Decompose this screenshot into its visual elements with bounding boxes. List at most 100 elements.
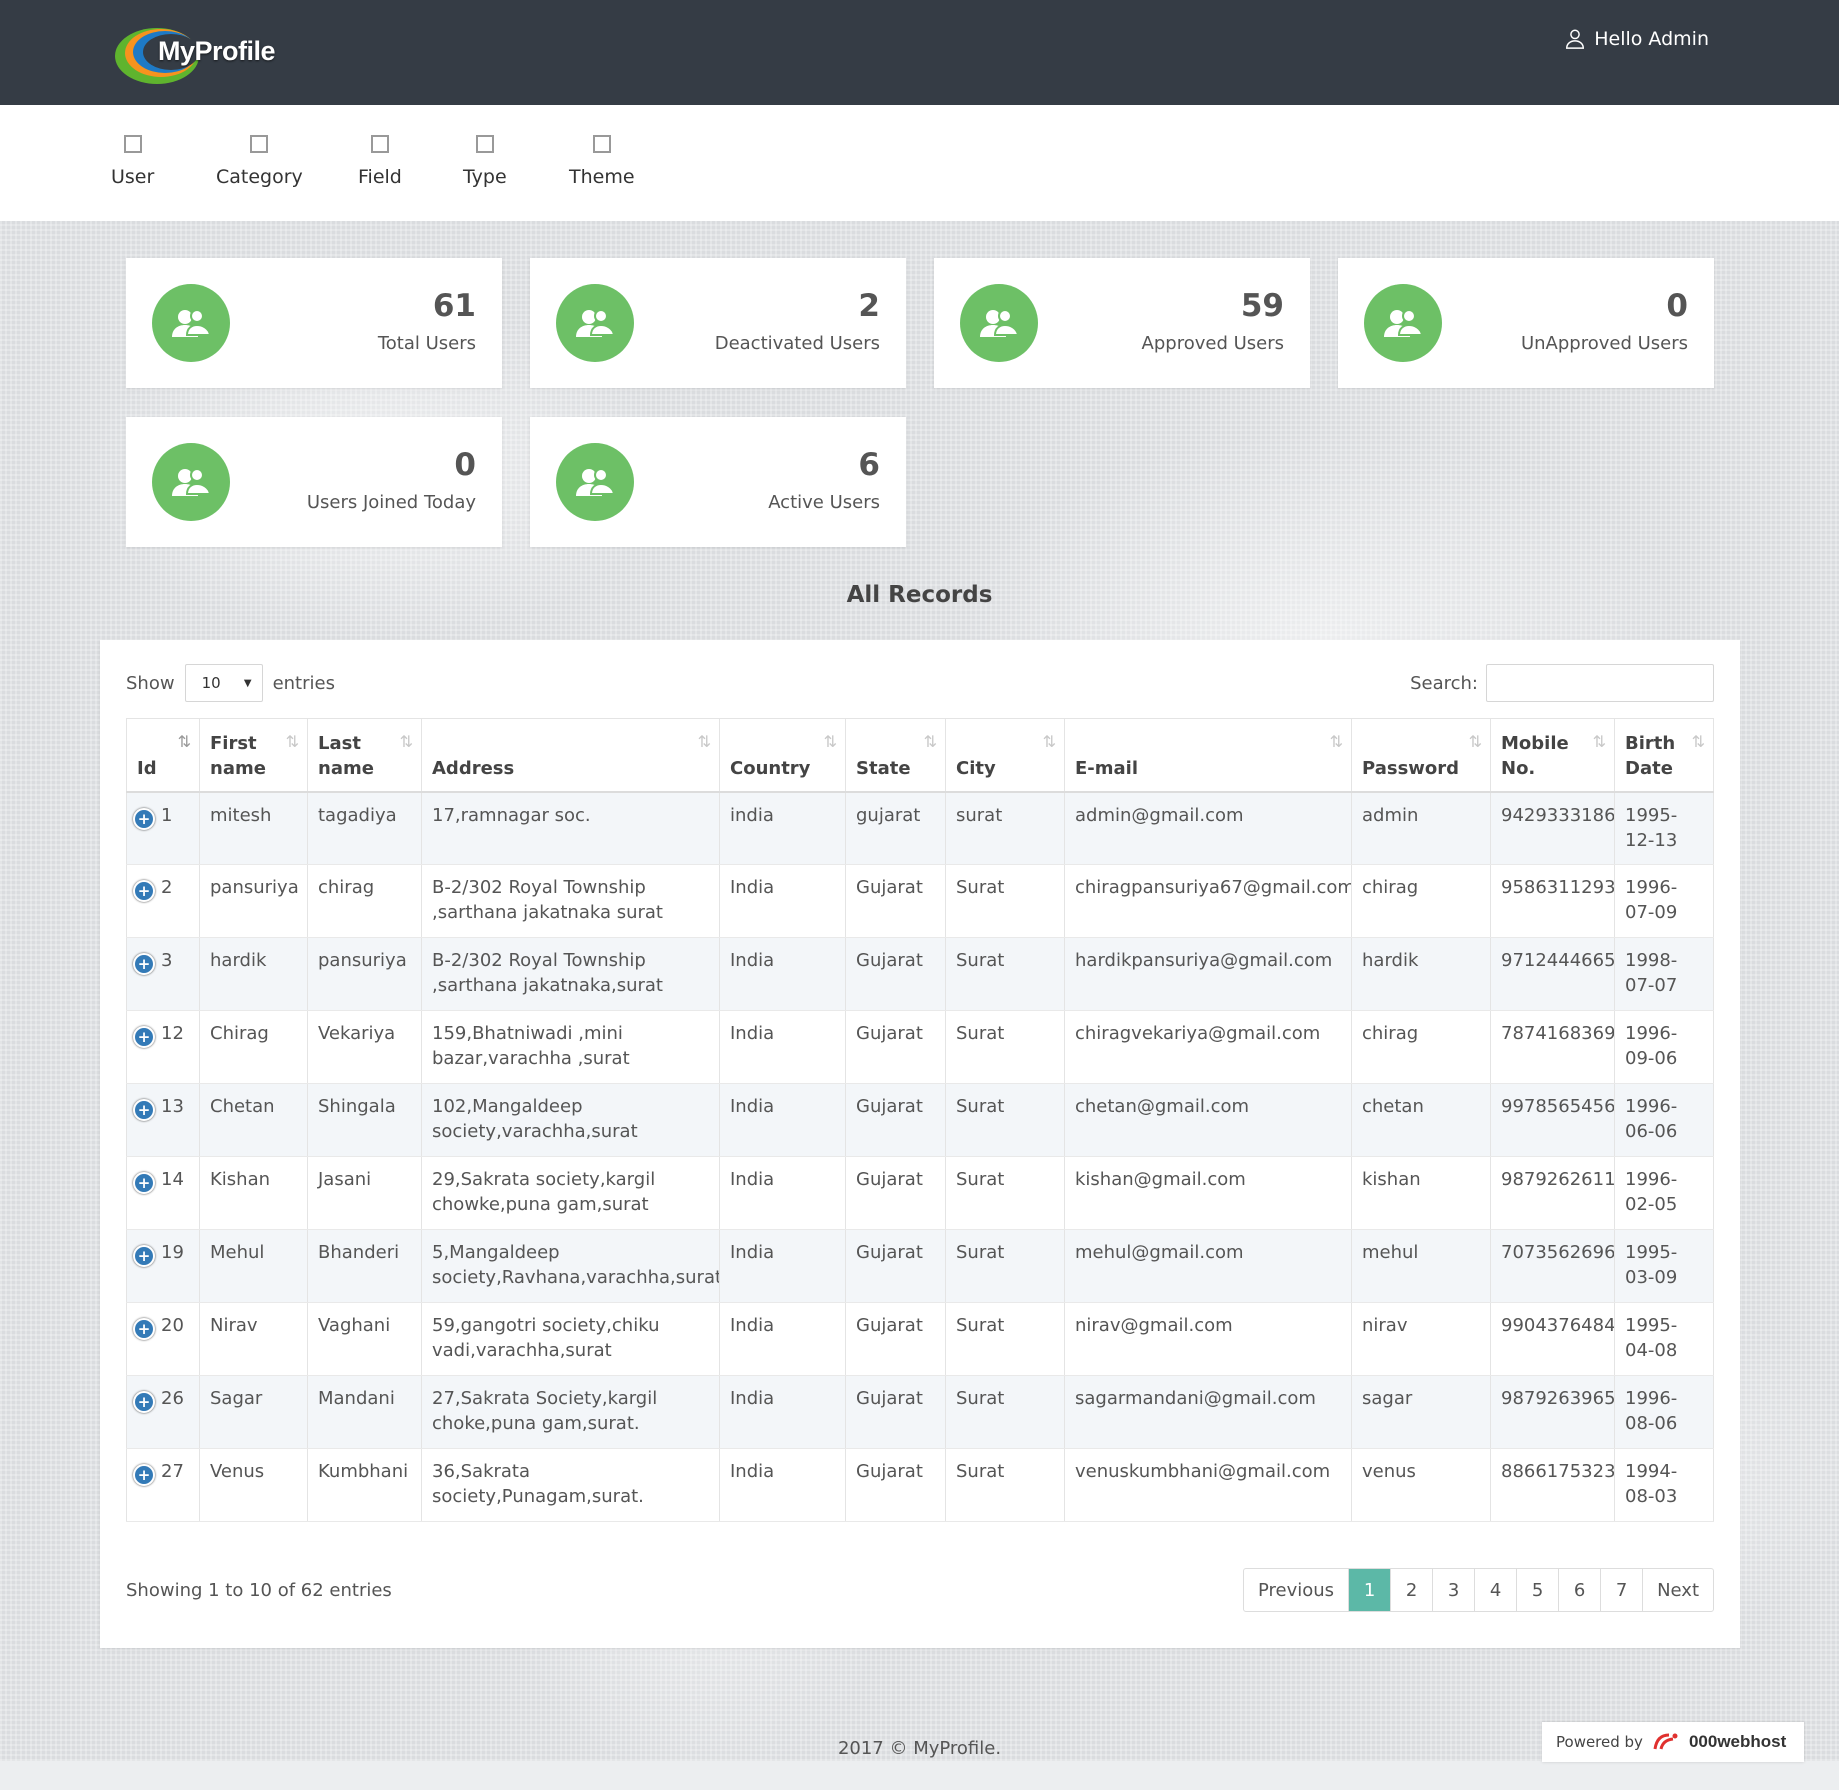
cell-address: 17,ramnagar soc.: [421, 791, 720, 865]
pagination-page-3[interactable]: 3: [1432, 1569, 1474, 1611]
expand-row-icon[interactable]: +: [133, 1026, 155, 1048]
nav-grid-icon: [475, 135, 494, 153]
expand-row-icon[interactable]: +: [133, 953, 155, 975]
table-row[interactable]: +13 Chetan Shingala 102,Mangaldeep society,…: [126, 1083, 1714, 1157]
cell-address: 27,Sakrata Society,kargil choke,puna gam…: [421, 1375, 720, 1449]
nav-item-theme[interactable]: Theme: [569, 135, 635, 188]
table-row[interactable]: +27 Venus Kumbhani 36,Sakrata society,Punag…: [126, 1448, 1714, 1522]
stat-card-users-joined-today: 0 Users Joined Today: [126, 417, 502, 547]
table-row[interactable]: +3 hardik pansuriya B-2/302 Royal Township …: [126, 937, 1714, 1011]
cell-mobile: 9879262611: [1490, 1156, 1615, 1230]
column-header-password[interactable]: Password ⇅: [1351, 718, 1491, 793]
sort-icon: ⇅: [1042, 732, 1056, 751]
nav-item-user[interactable]: User: [111, 135, 154, 188]
table-row[interactable]: +12 Chirag Vekariya 159,Bhatniwadi ,mini ba…: [126, 1010, 1714, 1084]
powered-by-label: Powered by: [1556, 1733, 1643, 1751]
pagination-page-1[interactable]: 1: [1348, 1569, 1391, 1611]
pagination-page-6[interactable]: 6: [1558, 1569, 1600, 1611]
expand-row-icon[interactable]: +: [133, 1318, 155, 1340]
cell-country: India: [719, 1156, 846, 1230]
pagination-next[interactable]: Next: [1642, 1569, 1713, 1611]
cell-first-name: Sagar: [199, 1375, 308, 1449]
cell-last-name: Vekariya: [307, 1010, 422, 1084]
column-header-first-name[interactable]: First name ⇅: [199, 718, 308, 793]
cell-address: 29,Sakrata society,kargil chowke,puna ga…: [421, 1156, 720, 1230]
entries-value: 10: [201, 674, 221, 692]
cell-city: Surat: [945, 1229, 1065, 1303]
search-control: Search:: [1410, 664, 1714, 702]
stat-label: Active Users: [768, 492, 880, 513]
cell-email: kishan@gmail.com: [1064, 1156, 1352, 1230]
column-header-address[interactable]: Address ⇅: [421, 718, 720, 793]
column-header-birth-date[interactable]: Birth Date ⇅: [1614, 718, 1714, 793]
column-header-last-name[interactable]: Last name ⇅: [307, 718, 422, 793]
entries-select[interactable]: 10 ▼: [184, 664, 263, 702]
pagination-page-5[interactable]: 5: [1516, 1569, 1558, 1611]
pagination-page-7[interactable]: 7: [1600, 1569, 1642, 1611]
table-header-row: Id ⇅ First name ⇅ Last name ⇅ Address ⇅ Coun…: [126, 718, 1714, 793]
stat-value: 59: [1240, 288, 1284, 324]
column-header-mobile[interactable]: Mobile No. ⇅: [1490, 718, 1615, 793]
column-header-label: E-mail: [1075, 757, 1139, 779]
cell-email: chetan@gmail.com: [1064, 1083, 1352, 1157]
users-icon: [556, 284, 634, 362]
expand-row-icon[interactable]: +: [133, 880, 155, 902]
cell-birth-date: 1996-08-06: [1614, 1375, 1714, 1449]
cell-address: 36,Sakrata society,Punagam,surat.: [421, 1448, 720, 1522]
column-header-label: Country: [730, 757, 811, 779]
cell-first-name: Venus: [199, 1448, 308, 1522]
table-row[interactable]: +1 mitesh tagadiya 17,ramnagar soc. india guj…: [126, 791, 1714, 865]
search-input[interactable]: [1486, 664, 1714, 702]
column-header-country[interactable]: Country ⇅: [719, 718, 846, 793]
expand-row-icon[interactable]: +: [133, 1245, 155, 1267]
sort-icon: ⇅: [697, 732, 711, 751]
table-row[interactable]: +2 pansuriya chirag B-2/302 Royal Township …: [126, 864, 1714, 938]
cell-password: nirav: [1351, 1302, 1491, 1376]
myprofile-logo[interactable]: MyProfile: [111, 20, 321, 88]
section-title: All Records: [846, 582, 993, 608]
nav-item-type[interactable]: Type: [463, 135, 507, 188]
expand-row-icon[interactable]: +: [133, 807, 155, 830]
table-row[interactable]: +26 Sagar Mandani 27,Sakrata Society,kargil…: [126, 1375, 1714, 1449]
powered-by-badge[interactable]: Powered by 000webhost: [1542, 1722, 1804, 1762]
nav-item-field[interactable]: Field: [358, 135, 402, 188]
cell-mobile: 9879263965: [1490, 1375, 1615, 1449]
table-row[interactable]: +14 Kishan Jasani 29,Sakrata society,kargil…: [126, 1156, 1714, 1230]
cell-city: Surat: [945, 864, 1065, 938]
column-header-label: Address: [432, 757, 515, 779]
column-header-email[interactable]: E-mail ⇅: [1064, 718, 1352, 793]
user-greeting[interactable]: Hello Admin: [1564, 26, 1709, 52]
entries-length-control: Show 10 ▼ entries: [126, 664, 335, 702]
nav-item-category[interactable]: Category: [216, 135, 303, 188]
pagination-previous[interactable]: Previous: [1244, 1569, 1348, 1611]
column-header-id[interactable]: Id ⇅: [126, 718, 200, 793]
cell-state: Gujarat: [845, 1010, 946, 1084]
cell-id: +20: [126, 1302, 200, 1376]
cell-country: India: [719, 1229, 846, 1303]
table-row[interactable]: +20 Nirav Vaghani 59,gangotri society,chiku…: [126, 1302, 1714, 1376]
stat-label: Users Joined Today: [306, 492, 476, 513]
column-header-label: Mobile No.: [1501, 732, 1569, 779]
cell-password: sagar: [1351, 1375, 1491, 1449]
cell-email: sagarmandani@gmail.com: [1064, 1375, 1352, 1449]
table-row[interactable]: +19 Mehul Bhanderi 5,Mangaldeep society,Rav…: [126, 1229, 1714, 1303]
cell-last-name: Mandani: [307, 1375, 422, 1449]
users-icon: [1364, 284, 1442, 362]
top-header: MyProfile Hello Admin: [0, 0, 1839, 105]
column-header-city[interactable]: City ⇅: [945, 718, 1065, 793]
cell-city: Surat: [945, 1156, 1065, 1230]
sort-icon: ⇅: [1468, 732, 1482, 751]
cell-mobile: 9586311293: [1490, 864, 1615, 938]
nav-label: Category: [216, 166, 303, 188]
cell-address: B-2/302 Royal Township ,sarthana jakatna…: [421, 864, 720, 938]
stat-value: 6: [858, 447, 880, 483]
column-header-state[interactable]: State ⇅: [845, 718, 946, 793]
cell-first-name: mitesh: [199, 791, 308, 865]
expand-row-icon[interactable]: +: [133, 1099, 155, 1121]
cell-country: India: [719, 937, 846, 1011]
pagination-page-2[interactable]: 2: [1390, 1569, 1432, 1611]
expand-row-icon[interactable]: +: [133, 1172, 155, 1194]
expand-row-icon[interactable]: +: [133, 1391, 155, 1413]
pagination-page-4[interactable]: 4: [1474, 1569, 1516, 1611]
expand-row-icon[interactable]: +: [133, 1464, 155, 1486]
